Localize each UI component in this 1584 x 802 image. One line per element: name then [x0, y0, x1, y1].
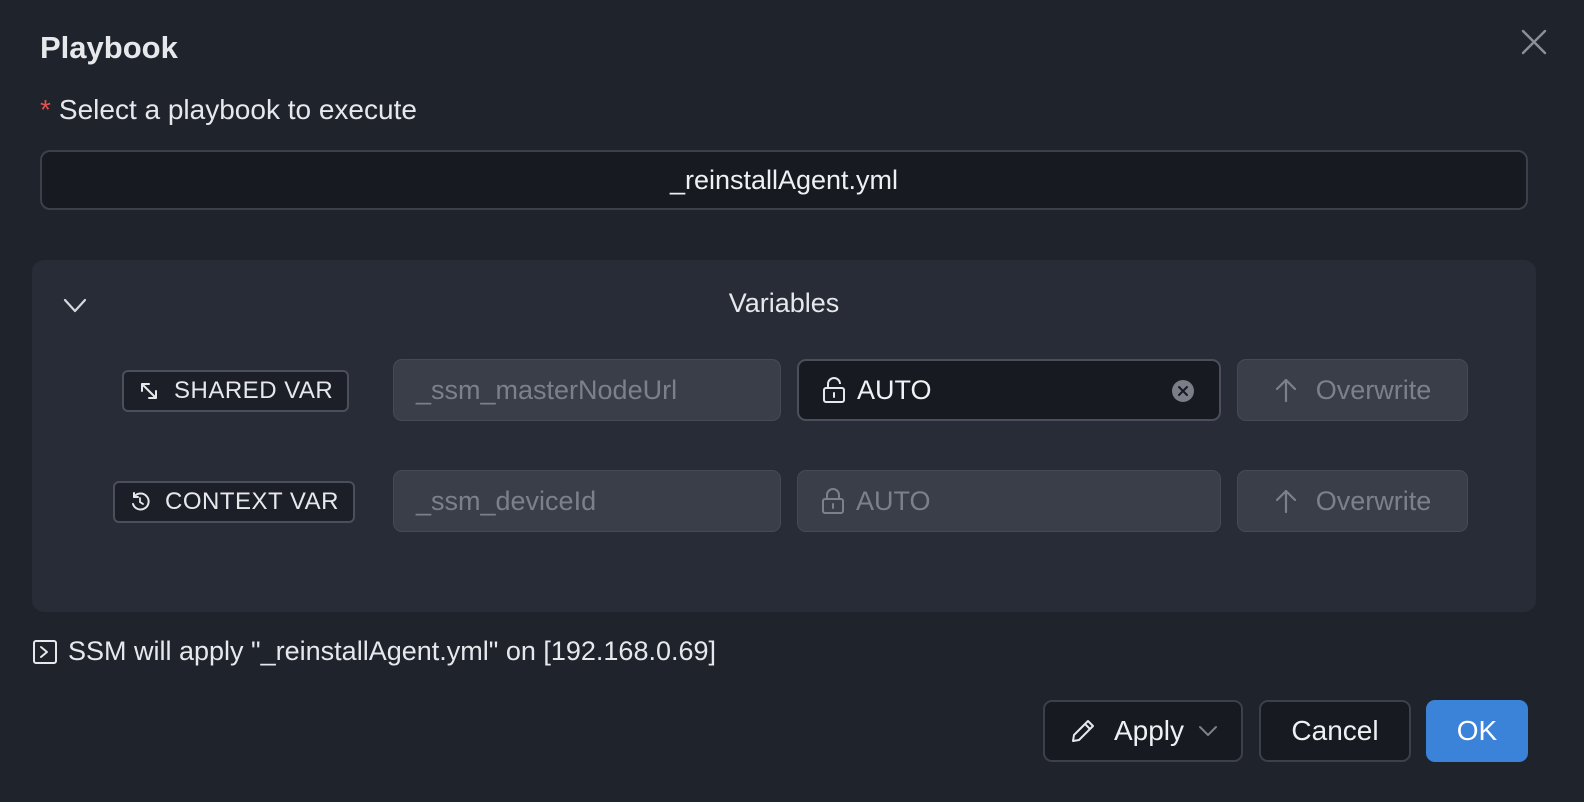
execution-summary-text: SSM will apply "_reinstallAgent.yml" on … [68, 636, 717, 666]
variable-name-field: _ssm_masterNodeUrl [393, 359, 781, 421]
tag-label: SHARED VAR [174, 377, 334, 404]
cancel-label: Cancel [1291, 715, 1379, 746]
selected-playbook: _reinstallAgent.yml [669, 164, 899, 195]
variable-value: AUTO [857, 374, 932, 405]
lock-icon [822, 488, 844, 514]
shared-arrows-icon [141, 383, 157, 399]
variables-title: Variables [728, 288, 840, 318]
dialog-title: Playbook [40, 30, 178, 65]
tag-label: CONTEXT VAR [165, 488, 339, 515]
variable-value: AUTO [856, 485, 931, 516]
apply-label: Apply [1113, 715, 1185, 746]
context-refresh-icon [132, 492, 150, 511]
execution-summary: SSM will apply "_reinstallAgent.yml" on … [32, 636, 716, 667]
ok-label: OK [1456, 715, 1498, 746]
terminal-icon [33, 639, 57, 664]
variables-panel: Variables SHARED VAR _ssm_masterNodeUrl … [32, 260, 1536, 612]
cancel-button[interactable]: Cancel [1259, 700, 1411, 762]
apply-dropdown-button[interactable]: Apply [1043, 700, 1243, 762]
variable-value-input: AUTO [797, 470, 1221, 532]
context-var-tag: CONTEXT VAR [113, 481, 355, 523]
arrow-up-icon [1275, 378, 1296, 403]
select-label-text: Select a playbook to execute [58, 94, 417, 125]
overwrite-button[interactable]: Overwrite [1237, 470, 1468, 532]
arrow-up-icon [1275, 489, 1296, 514]
ok-button[interactable]: OK [1426, 700, 1528, 762]
overwrite-button[interactable]: Overwrite [1237, 359, 1468, 421]
shared-var-tag: SHARED VAR [122, 370, 350, 412]
variable-name-field: _ssm_deviceId [393, 470, 781, 532]
playbook-dialog: Playbook * Select a playbook to execute _… [0, 0, 1584, 802]
clear-icon[interactable] [1171, 379, 1195, 403]
required-mark: * [40, 94, 51, 125]
pencil-icon [1071, 720, 1094, 742]
variable-name: _ssm_deviceId [416, 485, 597, 516]
chevron-down-icon [1199, 726, 1218, 736]
overwrite-label: Overwrite [1315, 374, 1432, 405]
playbook-select-label: * Select a playbook to execute [40, 94, 417, 126]
playbook-select[interactable]: _reinstallAgent.yml [40, 150, 1528, 210]
variable-name: _ssm_masterNodeUrl [416, 374, 678, 405]
overwrite-label: Overwrite [1315, 485, 1432, 516]
close-icon[interactable] [1518, 26, 1550, 58]
variable-value-input[interactable]: AUTO [797, 359, 1221, 421]
unlock-icon [823, 377, 845, 403]
